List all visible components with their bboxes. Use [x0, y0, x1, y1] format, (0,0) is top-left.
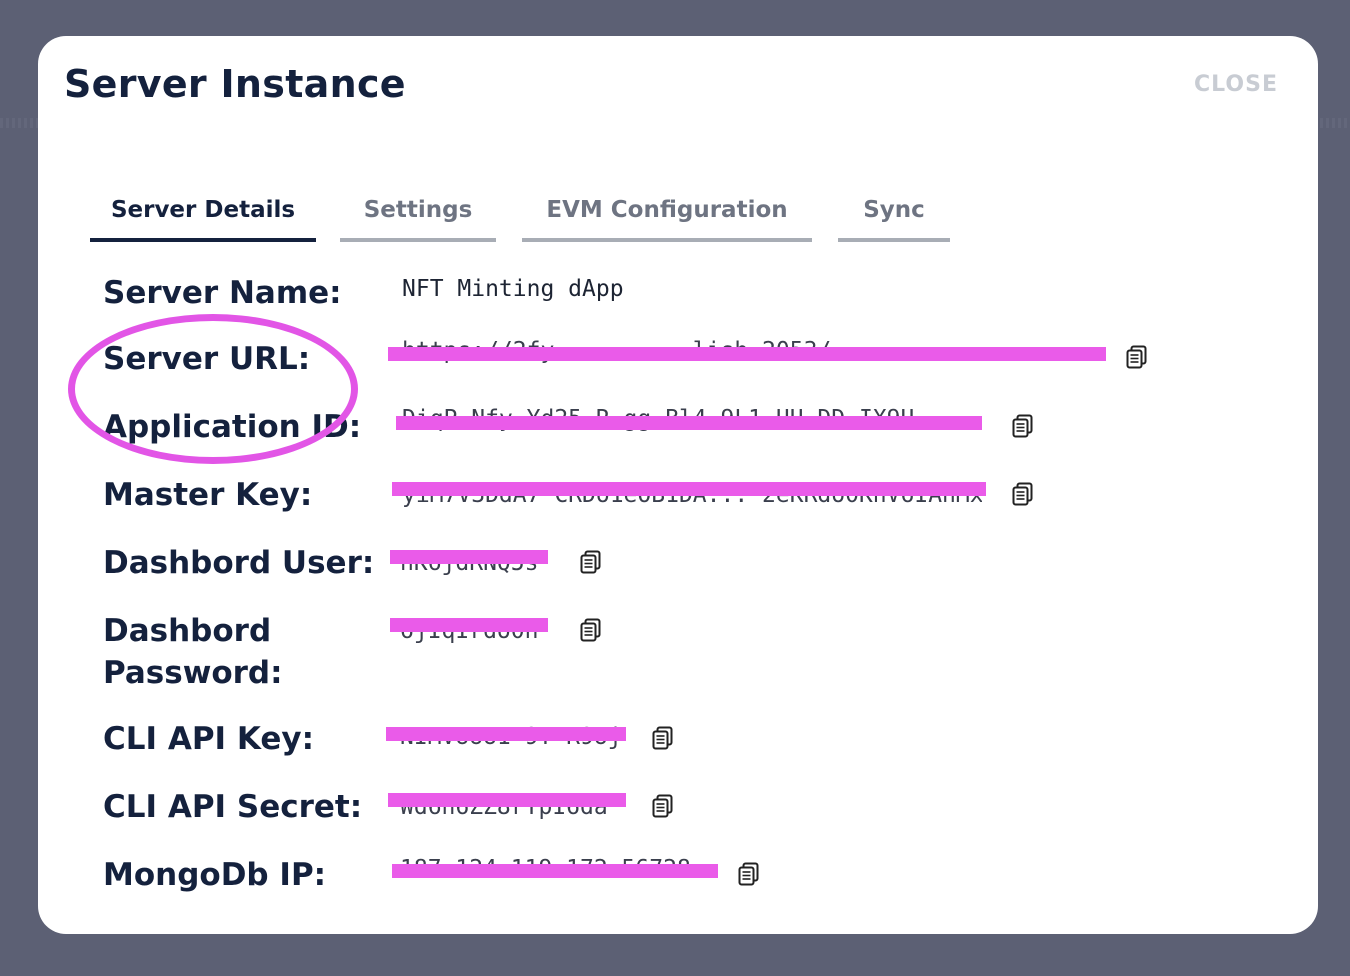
close-button[interactable]: CLOSE [1194, 72, 1278, 97]
copy-icon[interactable] [580, 550, 602, 574]
tab-server-details[interactable]: Server Details [90, 194, 316, 242]
redaction-bar [386, 727, 626, 741]
redaction-bar [390, 550, 548, 564]
copy-icon[interactable] [1126, 345, 1148, 369]
master-key-label: Master Key: [103, 477, 313, 513]
copy-icon[interactable] [1012, 482, 1034, 506]
redaction-bar [396, 416, 982, 430]
redaction-bar [388, 347, 1106, 361]
modal-title: Server Instance [64, 62, 406, 106]
redaction-bar [390, 618, 548, 632]
copy-icon[interactable] [1012, 414, 1034, 438]
server-name-value: NFT Minting dApp [402, 276, 624, 302]
dashboard-password-label: Dashbord Password: [103, 613, 283, 691]
redaction-bar [388, 793, 626, 807]
server-url-label: Server URL: [103, 341, 311, 377]
copy-icon[interactable] [580, 618, 602, 642]
mongodb-ip-label: MongoDb IP: [103, 857, 327, 893]
server-name-label: Server Name: [103, 275, 342, 311]
tab-settings[interactable]: Settings [340, 194, 496, 242]
tab-evm-configuration[interactable]: EVM Configuration [522, 194, 812, 242]
copy-icon[interactable] [652, 726, 674, 750]
redaction-bar [392, 864, 718, 878]
application-id-label: Application ID: [103, 409, 362, 445]
server-instance-modal: Server Instance CLOSE Server Details Set… [38, 36, 1318, 934]
copy-icon[interactable] [652, 794, 674, 818]
cli-api-key-label: CLI API Key: [103, 721, 314, 757]
copy-icon[interactable] [738, 862, 760, 886]
cli-api-secret-label: CLI API Secret: [103, 789, 363, 825]
tab-sync[interactable]: Sync [838, 194, 950, 242]
dashboard-user-label: Dashbord User: [103, 545, 375, 581]
redaction-bar [392, 482, 986, 496]
